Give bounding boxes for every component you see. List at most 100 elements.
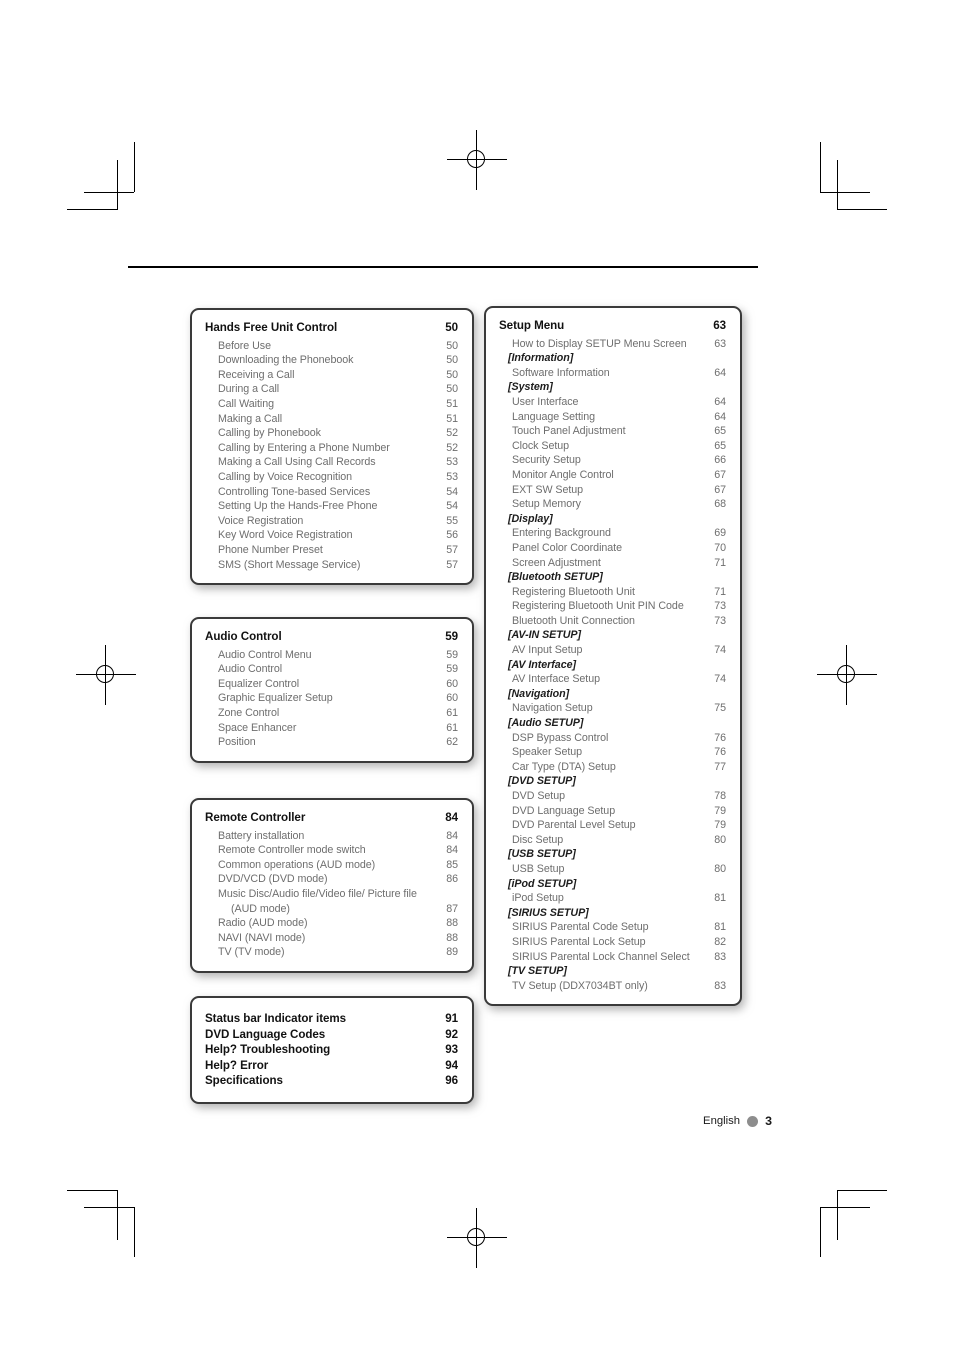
toc-entry[interactable]: Bluetooth Unit Connection 73 <box>499 614 726 629</box>
toc-entry[interactable]: Downloading the Phonebook 50 <box>205 353 458 368</box>
toc-entry[interactable]: [Audio SETUP] <box>499 716 726 731</box>
toc-entry[interactable]: Security Setup 66 <box>499 453 726 468</box>
toc-section-heading-page: 63 <box>713 319 726 332</box>
toc-entry[interactable]: Equalizer Control 60 <box>205 677 458 692</box>
toc-entry[interactable]: Space Enhancer 61 <box>205 721 458 736</box>
toc-entry-list: Before Use 50 Downloading the Phonebook 50 R… <box>205 339 458 573</box>
toc-entry[interactable]: Audio Control 59 <box>205 662 458 677</box>
toc-entry[interactable]: [Information] <box>499 351 726 366</box>
toc-entry[interactable]: TV (TV mode) 89 <box>205 945 458 960</box>
toc-entry[interactable]: Audio Control Menu 59 <box>205 648 458 663</box>
toc-entry[interactable]: Remote Controller mode switch 84 <box>205 843 458 858</box>
toc-entry[interactable]: Speaker Setup 76 <box>499 745 726 760</box>
toc-entry[interactable]: Help? Troubleshooting 93 <box>205 1042 458 1058</box>
toc-entry[interactable]: Zone Control 61 <box>205 706 458 721</box>
toc-entry[interactable]: How to Display SETUP Menu Screen 63 <box>499 337 726 352</box>
toc-entry[interactable]: EXT SW Setup 67 <box>499 483 726 498</box>
toc-entry[interactable]: Registering Bluetooth Unit PIN Code 73 <box>499 599 726 614</box>
toc-entry[interactable]: [Navigation] <box>499 687 726 702</box>
toc-entry-label: [AV Interface] <box>508 658 576 671</box>
toc-entry[interactable]: Common operations (AUD mode) 85 <box>205 858 458 873</box>
toc-entry[interactable]: Voice Registration 55 <box>205 514 458 529</box>
toc-entry[interactable]: AV Interface Setup 74 <box>499 672 726 687</box>
toc-entry[interactable]: DVD Language Setup 79 <box>499 804 726 819</box>
toc-entry[interactable]: Position 62 <box>205 735 458 750</box>
toc-entry-label: [USB SETUP] <box>508 848 576 861</box>
toc-entry[interactable]: Calling by Entering a Phone Number 52 <box>205 441 458 456</box>
toc-entry-label: TV Setup (DDX7034BT only) <box>512 979 648 992</box>
toc-entry[interactable]: Graphic Equalizer Setup 60 <box>205 691 458 706</box>
toc-entry[interactable]: DVD Language Codes 92 <box>205 1027 458 1043</box>
toc-section-heading[interactable]: Audio Control 59 <box>205 630 458 645</box>
toc-entry[interactable]: SIRIUS Parental Lock Channel Select 83 <box>499 950 726 965</box>
toc-entry-page: 81 <box>714 921 726 934</box>
toc-entry[interactable]: [Display] <box>499 512 726 527</box>
toc-entry[interactable]: Battery installation 84 <box>205 829 458 844</box>
toc-entry[interactable]: Registering Bluetooth Unit 71 <box>499 585 726 600</box>
toc-entry[interactable]: DVD/VCD (DVD mode) 86 <box>205 872 458 887</box>
toc-entry[interactable]: Specifications 96 <box>205 1073 458 1089</box>
toc-entry[interactable]: USB Setup 80 <box>499 862 726 877</box>
toc-entry[interactable]: DVD Setup 78 <box>499 789 726 804</box>
toc-entry[interactable]: Touch Panel Adjustment 65 <box>499 424 726 439</box>
toc-entry-label: Common operations (AUD mode) <box>218 858 376 871</box>
toc-entry[interactable]: TV Setup (DDX7034BT only) 83 <box>499 979 726 994</box>
toc-entry[interactable]: Screen Adjustment 71 <box>499 556 726 571</box>
toc-entry[interactable]: Navigation Setup 75 <box>499 701 726 716</box>
toc-entry[interactable]: Disc Setup 80 <box>499 833 726 848</box>
toc-entry[interactable]: Monitor Angle Control 67 <box>499 468 726 483</box>
toc-entry[interactable]: [TV SETUP] <box>499 964 726 979</box>
toc-entry[interactable]: Phone Number Preset 57 <box>205 543 458 558</box>
toc-entry[interactable]: [SIRIUS SETUP] <box>499 906 726 921</box>
toc-entry[interactable]: Setting Up the Hands-Free Phone 54 <box>205 499 458 514</box>
toc-entry[interactable]: [USB SETUP] <box>499 847 726 862</box>
toc-entry[interactable]: Calling by Phonebook 52 <box>205 426 458 441</box>
toc-entry[interactable]: AV Input Setup 74 <box>499 643 726 658</box>
toc-entry[interactable]: Controlling Tone-based Services 54 <box>205 485 458 500</box>
toc-entry[interactable]: Radio (AUD mode) 88 <box>205 916 458 931</box>
toc-entry[interactable]: [AV Interface] <box>499 658 726 673</box>
toc-entry[interactable]: [AV-IN SETUP] <box>499 628 726 643</box>
toc-entry[interactable]: Call Waiting 51 <box>205 397 458 412</box>
toc-entry[interactable]: Making a Call 51 <box>205 412 458 427</box>
toc-entry[interactable]: (AUD mode) 87 <box>205 902 458 917</box>
toc-entry[interactable]: Music Disc/Audio file/Video file/ Pictur… <box>205 887 458 902</box>
toc-entry-label: Clock Setup <box>512 439 570 452</box>
toc-section-heading[interactable]: Hands Free Unit Control 50 <box>205 321 458 336</box>
toc-entry[interactable]: SIRIUS Parental Lock Setup 82 <box>499 935 726 950</box>
toc-entry-page: 86 <box>446 873 458 886</box>
toc-entry-page: 74 <box>714 644 726 657</box>
toc-entry[interactable]: Calling by Voice Recognition 53 <box>205 470 458 485</box>
toc-entry-label: Speaker Setup <box>512 746 583 759</box>
toc-entry[interactable]: [iPod SETUP] <box>499 877 726 892</box>
toc-entry[interactable]: Clock Setup 65 <box>499 439 726 454</box>
toc-section-heading[interactable]: Setup Menu 63 <box>499 319 726 334</box>
toc-entry[interactable]: Key Word Voice Registration 56 <box>205 528 458 543</box>
toc-entry[interactable]: [DVD SETUP] <box>499 774 726 789</box>
toc-entry[interactable]: Entering Background 69 <box>499 526 726 541</box>
toc-entry-page: 87 <box>446 902 458 915</box>
toc-entry[interactable]: [Bluetooth SETUP] <box>499 570 726 585</box>
toc-entry-label: Downloading the Phonebook <box>218 354 354 367</box>
toc-entry[interactable]: SMS (Short Message Service) 57 <box>205 558 458 573</box>
toc-entry[interactable]: iPod Setup 81 <box>499 891 726 906</box>
toc-entry[interactable]: Making a Call Using Call Records 53 <box>205 455 458 470</box>
toc-entry[interactable]: Setup Memory 68 <box>499 497 726 512</box>
toc-entry[interactable]: Car Type (DTA) Setup 77 <box>499 760 726 775</box>
toc-entry[interactable]: During a Call 50 <box>205 382 458 397</box>
toc-section-heading[interactable]: Remote Controller 84 <box>205 811 458 826</box>
toc-entry[interactable]: Panel Color Coordinate 70 <box>499 541 726 556</box>
toc-entry[interactable]: Status bar Indicator items 91 <box>205 1011 458 1027</box>
toc-entry[interactable]: DVD Parental Level Setup 79 <box>499 818 726 833</box>
toc-entry-label: Before Use <box>218 339 271 352</box>
toc-entry[interactable]: Software Information 64 <box>499 366 726 381</box>
toc-entry[interactable]: DSP Bypass Control 76 <box>499 731 726 746</box>
toc-entry[interactable]: Language Setting 64 <box>499 410 726 425</box>
toc-entry[interactable]: Help? Error 94 <box>205 1058 458 1074</box>
toc-entry[interactable]: User Interface 64 <box>499 395 726 410</box>
toc-entry[interactable]: [System] <box>499 380 726 395</box>
toc-entry[interactable]: SIRIUS Parental Code Setup 81 <box>499 920 726 935</box>
toc-entry[interactable]: Before Use 50 <box>205 339 458 354</box>
toc-entry[interactable]: NAVI (NAVI mode) 88 <box>205 931 458 946</box>
toc-entry[interactable]: Receiving a Call 50 <box>205 368 458 383</box>
